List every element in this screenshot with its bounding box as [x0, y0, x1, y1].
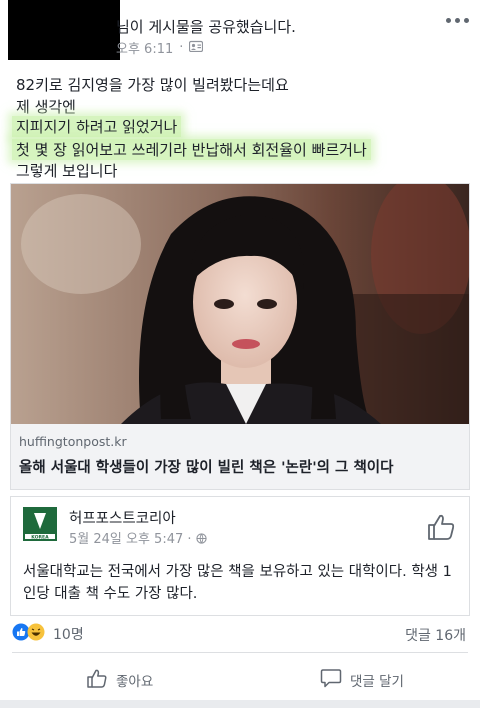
embed-dot: · — [187, 532, 192, 547]
thumbs-up-icon — [86, 667, 108, 693]
share-text: 님이 게시물을 공유했습니다. — [116, 18, 296, 36]
redacted-profile — [8, 0, 120, 60]
divider — [12, 652, 468, 653]
shared-link-card[interactable]: huffingtonpost.kr 올해 서울대 학생들이 가장 많이 빌린 책… — [10, 183, 470, 490]
embedded-page-post[interactable]: KOREA 허프포스트코리아 5월 24일 오후 5:47 · 서울대학교는 전… — [10, 496, 470, 616]
post-line-1: 82키로 김지영을 가장 많이 빌려봤다는데요 — [16, 76, 289, 94]
privacy-icon[interactable] — [189, 40, 204, 56]
embed-text: 서울대학교는 전국에서 가장 많은 책을 보유하고 있는 대학이다. 학생 1인… — [23, 564, 452, 602]
page-name[interactable]: 허프포스트코리아 — [69, 507, 176, 528]
post-line-3-highlighted: 지피지기 하려고 읽었거나 — [12, 116, 182, 137]
meta-dot: · — [179, 40, 184, 55]
link-preview-image[interactable] — [11, 184, 469, 424]
post-line-5: 그렇게 보입니다 — [16, 162, 118, 180]
post-time[interactable]: 오후 6:11 — [116, 38, 173, 57]
like-button[interactable]: 좋아요 — [86, 667, 153, 693]
post-meta: 오후 6:11 · — [116, 38, 204, 57]
page-logo[interactable]: KOREA — [23, 507, 57, 541]
link-domain: huffingtonpost.kr — [19, 434, 127, 449]
embed-meta: 5월 24일 오후 5:47 · — [69, 528, 207, 547]
link-title[interactable]: 올해 서울대 학생들이 가장 많이 빌린 책은 '논란'의 그 책이다 — [19, 456, 393, 477]
globe-icon — [196, 532, 207, 547]
link-info[interactable]: huffingtonpost.kr 올해 서울대 학생들이 가장 많이 빌린 책… — [11, 424, 469, 489]
reaction-count[interactable]: 10명 — [53, 624, 84, 644]
embed-date[interactable]: 5월 24일 오후 5:47 — [69, 532, 183, 547]
logo-text: KOREA — [31, 534, 49, 540]
page-like-button[interactable] — [425, 511, 457, 543]
feed-separator — [0, 700, 480, 708]
comment-label: 댓글 달기 — [350, 674, 404, 690]
comment-icon — [320, 667, 342, 693]
like-label: 좋아요 — [116, 674, 154, 690]
reactions-summary[interactable]: 10명 — [12, 623, 84, 645]
more-options-icon[interactable] — [446, 18, 469, 23]
post-line-4-highlighted: 첫 몇 장 읽어보고 쓰레기라 반납해서 회전율이 빠르거나 — [12, 139, 371, 160]
comment-button[interactable]: 댓글 달기 — [320, 667, 404, 693]
comment-count[interactable]: 댓글 16개 — [405, 625, 466, 645]
haha-reaction-icon — [27, 623, 45, 645]
post-line-2: 제 생각엔 — [16, 98, 76, 116]
